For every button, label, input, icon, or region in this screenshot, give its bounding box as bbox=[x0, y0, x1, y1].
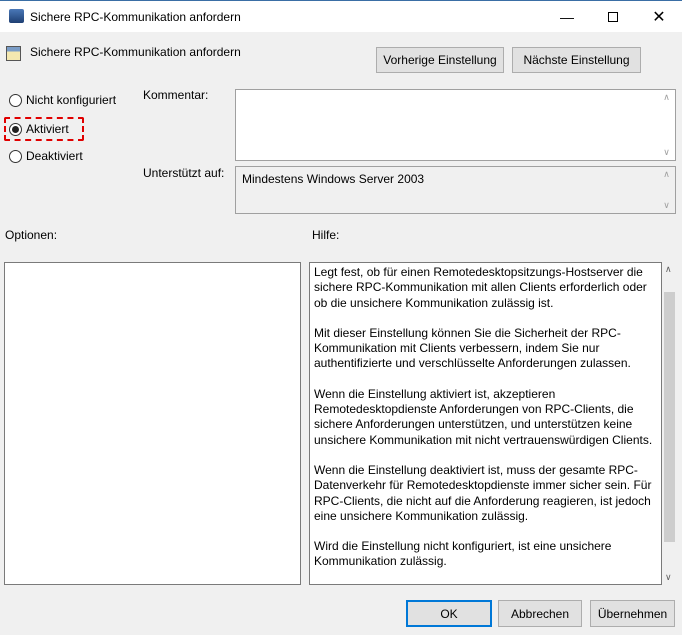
maximize-icon bbox=[608, 11, 618, 22]
options-label: Optionen: bbox=[5, 228, 58, 242]
ok-button[interactable]: OK bbox=[406, 600, 492, 627]
help-panel: Legt fest, ob für einen Remotedesktopsit… bbox=[309, 262, 677, 585]
help-label: Hilfe: bbox=[312, 228, 340, 242]
scroll-down-icon[interactable]: ∨ bbox=[665, 572, 672, 583]
scrollbar-thumb[interactable] bbox=[664, 292, 675, 542]
options-panel bbox=[4, 262, 301, 585]
scroll-up-icon: ∧ bbox=[663, 169, 670, 179]
help-text: Legt fest, ob für einen Remotedesktopsit… bbox=[309, 262, 662, 585]
help-scrollbar[interactable]: ∧ ∨ bbox=[662, 262, 677, 585]
close-button[interactable]: ✕ bbox=[636, 1, 682, 32]
app-icon bbox=[9, 9, 24, 23]
maximize-button[interactable] bbox=[590, 1, 636, 32]
minimize-button[interactable]: — bbox=[544, 1, 590, 32]
radio-disabled[interactable]: Deaktiviert bbox=[9, 149, 83, 163]
next-setting-button[interactable]: Nächste Einstellung bbox=[512, 47, 641, 73]
supported-field: Mindestens Windows Server 2003 ∧ ∨ bbox=[235, 166, 676, 214]
cancel-button[interactable]: Abbrechen bbox=[498, 600, 582, 627]
close-icon: ✕ bbox=[652, 8, 666, 26]
radio-not-configured[interactable]: Nicht konfiguriert bbox=[9, 93, 116, 107]
comment-label: Kommentar: bbox=[143, 88, 209, 102]
scroll-down-icon: ∨ bbox=[663, 147, 670, 157]
previous-setting-button[interactable]: Vorherige Einstellung bbox=[376, 47, 504, 73]
policy-icon bbox=[6, 46, 21, 61]
comment-field[interactable]: ∧ ∨ bbox=[235, 89, 676, 161]
scroll-up-icon: ∧ bbox=[663, 92, 670, 102]
apply-button[interactable]: Übernehmen bbox=[590, 600, 675, 627]
highlight-box bbox=[4, 117, 84, 141]
scroll-down-icon: ∨ bbox=[663, 200, 670, 210]
supported-scrollbar[interactable]: ∧ ∨ bbox=[658, 167, 675, 213]
window-title: Sichere RPC-Kommunikation anfordern bbox=[30, 10, 241, 24]
minimize-icon: — bbox=[560, 8, 574, 25]
title-bar: Sichere RPC-Kommunikation anfordern — ✕ bbox=[0, 0, 682, 32]
supported-label: Unterstützt auf: bbox=[143, 166, 225, 180]
scroll-up-icon[interactable]: ∧ bbox=[665, 264, 672, 275]
comment-scrollbar[interactable]: ∧ ∨ bbox=[658, 90, 675, 160]
policy-title: Sichere RPC-Kommunikation anfordern bbox=[30, 45, 241, 59]
